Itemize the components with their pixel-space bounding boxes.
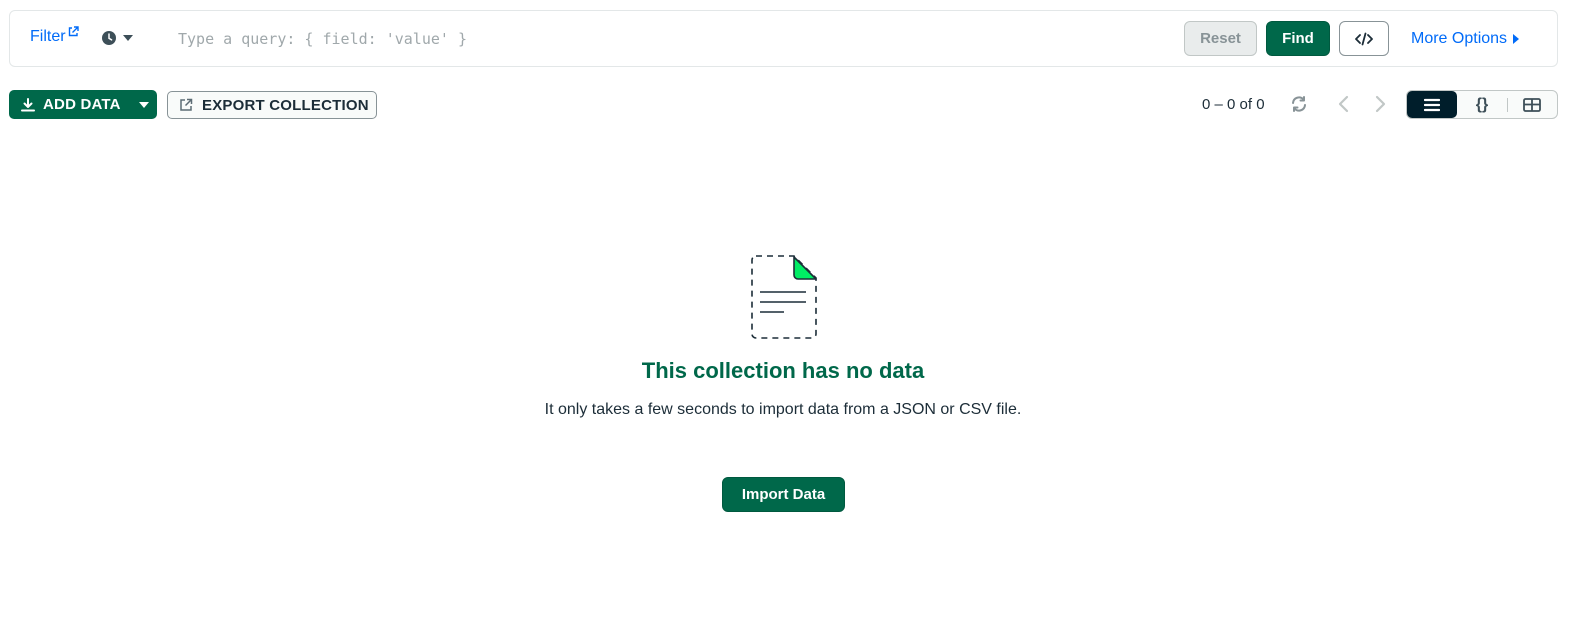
json-view-button[interactable]: {} — [1457, 91, 1507, 118]
query-history-button[interactable] — [101, 30, 133, 46]
import-data-label: Import Data — [741, 486, 826, 503]
chevron-right-icon — [1375, 95, 1386, 113]
json-view-icon: {} — [1475, 95, 1489, 113]
view-toggle: {} — [1406, 90, 1558, 119]
import-data-button[interactable]: Import Data — [722, 477, 845, 512]
refresh-button[interactable] — [1289, 94, 1309, 119]
filter-label: Filter — [30, 28, 66, 45]
list-view-icon — [1424, 98, 1440, 111]
caret-down-icon — [138, 101, 149, 108]
reset-button-label: Reset — [1200, 30, 1241, 47]
next-page-button[interactable] — [1372, 94, 1388, 119]
chevron-left-icon — [1338, 95, 1349, 113]
find-button-label: Find — [1282, 30, 1314, 47]
caret-down-icon — [123, 35, 133, 41]
empty-state-description: It only takes a few seconds to import da… — [544, 401, 1022, 418]
reset-button[interactable]: Reset — [1184, 21, 1257, 56]
find-button[interactable]: Find — [1266, 21, 1330, 56]
crud-toolbar: ADD DATA EXPORT COLLECTION 0 – 0 of 0 {} — [0, 90, 1579, 120]
export-icon — [180, 98, 193, 111]
caret-right-icon — [1513, 34, 1520, 44]
more-options-label: More Options — [1411, 30, 1508, 47]
query-bar: Filter Reset Find More Options — [9, 10, 1558, 67]
query-input[interactable] — [170, 23, 1150, 55]
download-icon — [21, 97, 35, 111]
empty-state-title: This collection has no data — [641, 358, 925, 383]
list-view-button[interactable] — [1407, 91, 1457, 118]
export-collection-label: EXPORT COLLECTION — [202, 96, 369, 114]
refresh-icon — [1292, 96, 1306, 112]
add-data-button[interactable]: ADD DATA — [9, 90, 157, 119]
clock-icon — [102, 31, 116, 45]
filter-link[interactable]: Filter — [30, 26, 79, 46]
previous-page-button[interactable] — [1336, 94, 1352, 119]
add-data-label: ADD DATA — [43, 96, 121, 113]
table-view-button[interactable] — [1508, 91, 1556, 118]
table-view-icon — [1523, 97, 1541, 112]
export-collection-button[interactable]: EXPORT COLLECTION — [167, 91, 377, 119]
external-link-icon — [68, 26, 79, 37]
code-icon — [1355, 32, 1373, 45]
empty-document-icon — [751, 255, 817, 339]
pagination-count: 0 – 0 of 0 — [1202, 96, 1265, 113]
more-options-button[interactable]: More Options — [1411, 30, 1520, 48]
code-view-button[interactable] — [1339, 21, 1389, 56]
